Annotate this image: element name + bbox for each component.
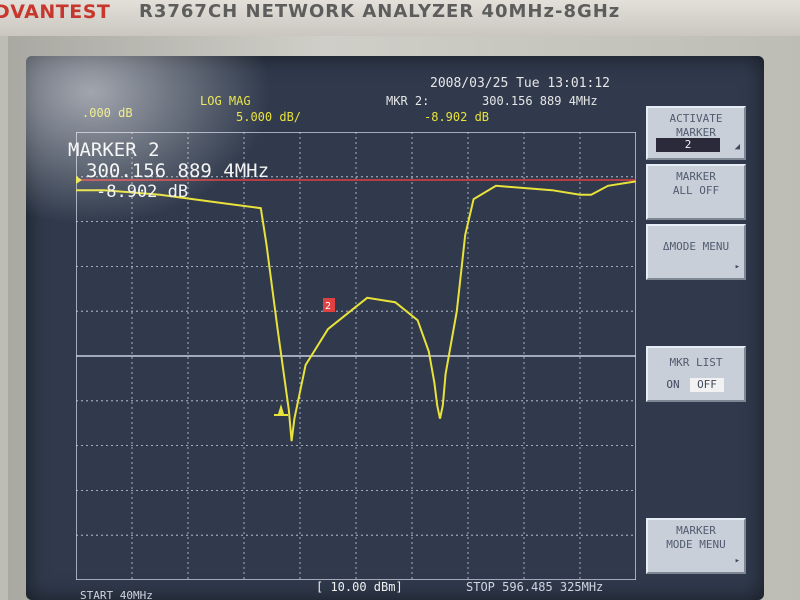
softkey-label-2: ALL OFF [672,184,720,197]
active-marker-value: 2 [656,138,720,152]
mkr-list-softkey[interactable]: MKR LIST ON OFF [646,346,746,402]
scale-label: 5.000 dB/ [236,110,302,124]
softkey-label-2: MODE MENU [666,538,726,551]
analyzer-screen: 2008/03/25 Tue 13:01:12 .000 dB LOG MAG … [26,56,764,600]
svg-text:2: 2 [325,301,331,312]
marker-1-icon [274,404,288,416]
softkey-label: ΔMODE MENU [662,240,730,253]
marker-header-label: MKR 2: [386,94,430,108]
start-frequency: START 40MHz [80,589,153,600]
softkey-label: MKR LIST [669,356,723,369]
datetime: 2008/03/25 Tue 13:01:12 [430,76,611,91]
model-label: R3767CH NETWORK ANALYZER 40MHz-8GHz [139,1,621,22]
marker-readout-value: -8.902 dB [96,182,189,202]
instrument-bezel: DVANTEST R3767CH NETWORK ANALYZER 40MHz-… [0,0,800,36]
marker-mode-menu-softkey[interactable]: MARKER MODE MENU ▸ [646,518,746,574]
softkey-label: MARKER [676,170,716,183]
arrow-icon: ◢ [734,142,740,152]
softkey-label: ACTIVATE [669,112,723,125]
softkey-label: MARKER [676,524,716,537]
marker-header-freq: 300.156 889 4MHz [482,94,598,108]
format-label: LOG MAG [200,94,251,108]
mkr-list-off-option[interactable]: OFF [690,378,724,392]
stop-frequency: STOP 596.485 325MHz [466,580,604,594]
submenu-arrow-icon: ▸ [734,262,740,272]
marker-all-off-softkey[interactable]: MARKER ALL OFF [646,164,746,220]
submenu-arrow-icon: ▸ [734,556,740,566]
ref-value: .000 dB [82,106,133,120]
brand-logo: DVANTEST [0,1,111,23]
delta-mode-menu-softkey[interactable]: ΔMODE MENU ▸ [646,224,746,280]
marker-header-value: -8.902 dB [424,110,490,124]
mkr-list-on-option[interactable]: ON [658,378,688,392]
marker-2-icon: 2 [323,298,335,312]
marker-readout-title: MARKER 2 [68,139,160,161]
activate-marker-softkey[interactable]: ACTIVATE MARKER 2 ◢ [646,106,746,160]
source-power: [ 10.00 dBm] [316,580,403,594]
marker-readout-freq: 300.156 889 4MHz [86,160,270,182]
